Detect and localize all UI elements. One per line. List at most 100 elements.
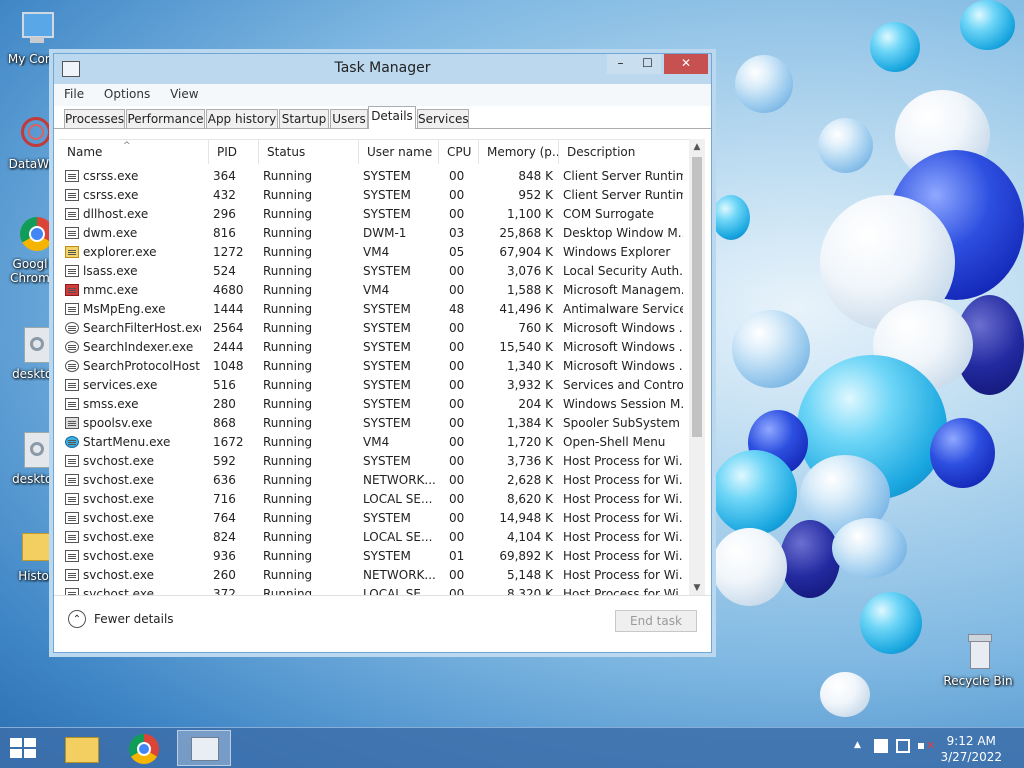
taskbar-file-explorer[interactable] — [55, 730, 109, 766]
tab-startup[interactable]: Startup — [279, 109, 329, 128]
cell-pid: 432 — [213, 188, 236, 202]
menu-view[interactable]: View — [160, 84, 204, 101]
minimize-button[interactable]: – — [607, 54, 634, 74]
cell-memory: 3,076 K — [506, 264, 553, 278]
cell-status: Running — [263, 321, 313, 335]
cell-name: svchost.exe — [83, 549, 154, 563]
table-row[interactable]: csrss.exe 364 Running SYSTEM 00 848 K Client S… — [59, 167, 689, 186]
show-hidden-icons-button[interactable]: ▲ — [854, 740, 861, 750]
table-row[interactable]: dwm.exe 816 Running DWM-1 03 25,868 K Desktop … — [59, 224, 689, 243]
column-header-user-name[interactable]: User name — [359, 140, 439, 164]
taskbar-chrome[interactable] — [117, 730, 171, 766]
tab-performance[interactable]: Performance — [126, 109, 205, 128]
tab-details[interactable]: Details — [368, 106, 416, 129]
cell-description: Desktop Window M... — [563, 226, 683, 240]
scroll-down-icon[interactable]: ▼ — [689, 580, 705, 596]
cell-name: spoolsv.exe — [83, 416, 153, 430]
cell-pid: 524 — [213, 264, 236, 278]
cell-cpu: 00 — [449, 321, 465, 335]
footer-bar: ⌃ Fewer details End task — [54, 595, 711, 652]
cell-cpu: 00 — [449, 188, 465, 202]
cell-memory: 2,628 K — [506, 473, 553, 487]
tab-app-history[interactable]: App history — [206, 109, 278, 128]
table-row[interactable]: svchost.exe 936 Running SYSTEM 01 69,892 K Hos… — [59, 547, 689, 566]
cell-user-name: SYSTEM — [363, 378, 411, 392]
table-row[interactable]: svchost.exe 824 Running LOCAL SE... 00 4,104 … — [59, 528, 689, 547]
cell-status: Running — [263, 473, 313, 487]
clock[interactable]: 9:12 AM 3/27/2022 — [940, 733, 1002, 765]
action-center-flag-icon[interactable] — [874, 739, 888, 753]
tab-services[interactable]: Services — [417, 109, 469, 128]
table-row[interactable]: dllhost.exe 296 Running SYSTEM 00 1,100 K COM … — [59, 205, 689, 224]
fewer-details-button[interactable]: ⌃ Fewer details — [68, 610, 174, 628]
taskbar-task-manager[interactable] — [177, 730, 231, 766]
cell-name: dllhost.exe — [83, 207, 149, 221]
cell-description: Microsoft Windows ... — [563, 340, 683, 354]
scroll-up-icon[interactable]: ▲ — [689, 139, 705, 155]
wallpaper-bubble — [712, 195, 750, 240]
wallpaper-bubble — [960, 0, 1015, 50]
cell-cpu: 00 — [449, 397, 465, 411]
cell-description: Host Process for Wi... — [563, 549, 683, 563]
close-button[interactable]: ✕ — [664, 54, 708, 74]
maximize-button[interactable]: ☐ — [634, 54, 661, 74]
table-row[interactable]: spoolsv.exe 868 Running SYSTEM 00 1,384 K Spoo… — [59, 414, 689, 433]
column-header-memory[interactable]: Memory (p... — [479, 140, 559, 164]
scroll-thumb[interactable] — [692, 157, 702, 437]
table-row[interactable]: svchost.exe 716 Running LOCAL SE... 00 8,620 … — [59, 490, 689, 509]
cell-user-name: SYSTEM — [363, 188, 411, 202]
title-bar[interactable]: Task Manager – ☐ ✕ — [54, 54, 711, 84]
cell-pid: 4680 — [213, 283, 244, 297]
cell-description: COM Surrogate — [563, 207, 655, 221]
end-task-button[interactable]: End task — [615, 610, 697, 632]
menu-options[interactable]: Options — [94, 84, 156, 101]
table-row[interactable]: services.exe 516 Running SYSTEM 00 3,932 K Ser… — [59, 376, 689, 395]
table-row[interactable]: csrss.exe 432 Running SYSTEM 00 952 K Client S… — [59, 186, 689, 205]
cell-name: csrss.exe — [83, 169, 139, 183]
cell-description: Services and Control... — [563, 378, 683, 392]
table-row[interactable]: SearchProtocolHost... 1048 Running SYSTEM 00… — [59, 357, 689, 376]
windows-logo-icon — [10, 749, 22, 758]
cell-status: Running — [263, 169, 313, 183]
column-header-cpu[interactable]: CPU — [439, 140, 479, 164]
network-icon[interactable] — [896, 739, 910, 753]
clock-time: 9:12 AM — [946, 734, 996, 748]
table-row[interactable]: SearchIndexer.exe 2444 Running SYSTEM 00 15,5… — [59, 338, 689, 357]
windows-logo-icon — [10, 738, 22, 747]
table-row[interactable]: mmc.exe 4680 Running VM4 00 1,588 K Microsoft … — [59, 281, 689, 300]
desktop-icon-recycle-bin[interactable]: Recycle Bin — [938, 632, 1018, 688]
table-row[interactable]: svchost.exe 636 Running NETWORK... 00 2,628 K… — [59, 471, 689, 490]
start-button[interactable] — [10, 738, 38, 758]
table-row[interactable]: lsass.exe 524 Running SYSTEM 00 3,076 K Local … — [59, 262, 689, 281]
cell-user-name: SYSTEM — [363, 416, 411, 430]
cell-name: svchost.exe — [83, 511, 154, 525]
tab-processes[interactable]: Processes — [64, 109, 125, 128]
table-body: csrss.exe 364 Running SYSTEM 00 848 K Client S… — [59, 167, 689, 597]
table-row[interactable]: smss.exe 280 Running SYSTEM 00 204 K Windows S… — [59, 395, 689, 414]
tab-users[interactable]: Users — [330, 109, 368, 128]
menu-file[interactable]: File — [54, 84, 90, 101]
vertical-scrollbar[interactable]: ▲ ▼ — [689, 139, 705, 596]
table-row[interactable]: SearchFilterHost.exe 2564 Running SYSTEM 00 7… — [59, 319, 689, 338]
column-header-description[interactable]: Description — [559, 140, 689, 164]
cell-user-name: SYSTEM — [363, 359, 411, 373]
table-row[interactable]: svchost.exe 260 Running NETWORK... 00 5,148 K… — [59, 566, 689, 585]
table-row[interactable]: explorer.exe 1272 Running VM4 05 67,904 K Wind… — [59, 243, 689, 262]
column-header-name[interactable]: Name ^ — [59, 140, 209, 164]
table-row[interactable]: MsMpEng.exe 1444 Running SYSTEM 48 41,496 K An… — [59, 300, 689, 319]
table-row[interactable]: StartMenu.exe 1672 Running VM4 00 1,720 K Open… — [59, 433, 689, 452]
cell-description: Host Process for Wi... — [563, 568, 683, 582]
column-header-status[interactable]: Status — [259, 140, 359, 164]
cell-name: smss.exe — [83, 397, 139, 411]
gear-file-icon — [16, 430, 56, 470]
cell-status: Running — [263, 302, 313, 316]
table-row[interactable]: svchost.exe 592 Running SYSTEM 00 3,736 K Host… — [59, 452, 689, 471]
cell-cpu: 00 — [449, 530, 465, 544]
wallpaper-bubble — [735, 55, 793, 113]
cell-name: services.exe — [83, 378, 158, 392]
column-header-pid[interactable]: PID — [209, 140, 259, 164]
cell-description: Antimalware Service... — [563, 302, 683, 316]
table-row[interactable]: svchost.exe 764 Running SYSTEM 00 14,948 K Hos… — [59, 509, 689, 528]
cell-status: Running — [263, 207, 313, 221]
volume-muted-icon[interactable]: ✕ — [918, 739, 935, 753]
